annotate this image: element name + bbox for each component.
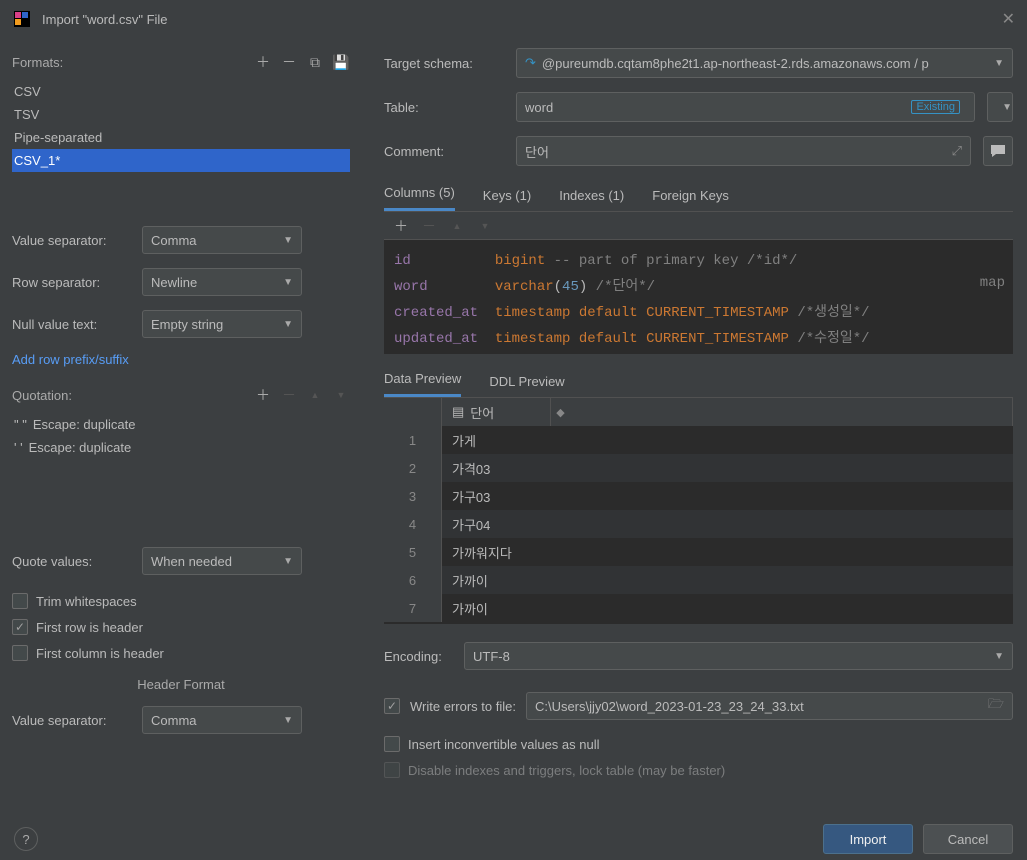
format-item[interactable]: CSV	[12, 80, 350, 103]
null-value-combo[interactable]: Empty string ▼	[142, 310, 302, 338]
import-button[interactable]: Import	[823, 824, 913, 854]
row-separator-label: Row separator:	[12, 275, 132, 290]
quotation-list[interactable]: " " Escape: duplicate ' ' Escape: duplic…	[12, 413, 350, 533]
chevron-down-icon: ▼	[283, 235, 293, 246]
quote-values-combo[interactable]: When needed ▼	[142, 547, 302, 575]
insert-null-label: Insert inconvertible values as null	[408, 737, 600, 752]
chevron-down-icon: ▼	[283, 319, 293, 330]
encoding-combo[interactable]: UTF-8 ▼	[464, 642, 1013, 670]
browse-icon[interactable]: 🗁	[988, 695, 1004, 717]
first-row-header-checkbox[interactable]	[12, 619, 28, 635]
column-icon: ▤	[452, 404, 464, 420]
write-errors-checkbox[interactable]	[384, 698, 400, 714]
add-column-icon[interactable]: ＋	[392, 217, 410, 235]
value-separator2-label: Value separator:	[12, 713, 132, 728]
tab-ddl-preview[interactable]: DDL Preview	[489, 374, 564, 397]
chevron-down-icon: ▼	[283, 277, 293, 288]
format-item[interactable]: TSV	[12, 103, 350, 126]
add-row-prefix-link[interactable]: Add row prefix/suffix	[12, 352, 129, 367]
window-title: Import "word.csv" File	[42, 12, 168, 27]
chevron-down-icon: ▼	[994, 58, 1004, 69]
target-schema-combo[interactable]: ↷ @pureumdb.cqtam8phe2t1.ap-northeast-2.…	[516, 48, 1013, 78]
format-item[interactable]: Pipe-separated	[12, 126, 350, 149]
sort-icon[interactable]: ◆	[550, 398, 570, 426]
tab-columns[interactable]: Columns (5)	[384, 185, 455, 211]
data-preview-rows[interactable]: 1가게 2가격03 3가구03 4가구04 5가까워지다 6가까이 7가까이	[384, 426, 1013, 624]
write-errors-label: Write errors to file:	[410, 699, 516, 714]
save-format-icon[interactable]: 💾	[332, 53, 350, 71]
trim-whitespaces-label: Trim whitespaces	[36, 594, 137, 609]
quote-values-label: Quote values:	[12, 554, 132, 569]
insert-null-checkbox[interactable]	[384, 736, 400, 752]
remove-quotation-icon: －	[280, 386, 298, 404]
remove-column-icon: －	[420, 217, 438, 235]
formats-list[interactable]: CSV TSV Pipe-separated CSV_1*	[12, 80, 350, 212]
disable-indexes-label: Disable indexes and triggers, lock table…	[408, 763, 725, 778]
quotation-row[interactable]: " " Escape: duplicate	[12, 413, 350, 436]
comment-label: Comment:	[384, 144, 504, 159]
value-separator-label: Value separator:	[12, 233, 132, 248]
tab-data-preview[interactable]: Data Preview	[384, 371, 461, 397]
help-icon[interactable]: ?	[14, 827, 38, 851]
chevron-down-icon: ▼	[283, 556, 293, 567]
minimap-label: map	[980, 270, 1005, 296]
header-format-label: Header Format	[12, 677, 350, 692]
table-label: Table:	[384, 100, 504, 115]
chevron-down-icon: ▼	[1002, 102, 1012, 113]
table-row[interactable]: 7가까이	[384, 594, 1013, 622]
table-dropdown[interactable]: ▼	[987, 92, 1013, 122]
formats-label: Formats:	[12, 55, 63, 70]
comment-bubble-icon[interactable]	[983, 136, 1013, 166]
close-icon[interactable]: ✕	[1002, 9, 1015, 29]
table-input[interactable]: word Existing	[516, 92, 975, 122]
tab-indexes[interactable]: Indexes (1)	[559, 188, 624, 211]
table-row[interactable]: 1가게	[384, 426, 1013, 454]
add-quotation-icon[interactable]: ＋	[254, 386, 272, 404]
null-value-label: Null value text:	[12, 317, 132, 332]
quotation-row[interactable]: ' ' Escape: duplicate	[12, 436, 350, 459]
remove-format-icon[interactable]: －	[280, 53, 298, 71]
value-separator-combo[interactable]: Comma ▼	[142, 226, 302, 254]
disable-indexes-checkbox	[384, 762, 400, 778]
first-col-header-label: First column is header	[36, 646, 164, 661]
first-col-header-checkbox[interactable]	[12, 645, 28, 661]
add-format-icon[interactable]: ＋	[254, 53, 272, 71]
copy-format-icon[interactable]: ⧉	[306, 53, 324, 71]
table-row[interactable]: 4가구04	[384, 510, 1013, 538]
chevron-down-icon: ▼	[994, 651, 1004, 662]
chevron-down-icon: ▼	[283, 715, 293, 726]
tab-keys[interactable]: Keys (1)	[483, 188, 531, 211]
tab-foreign-keys[interactable]: Foreign Keys	[652, 188, 729, 211]
target-schema-label: Target schema:	[384, 56, 504, 71]
table-row[interactable]: 2가격03	[384, 454, 1013, 482]
write-errors-file-input[interactable]: C:\Users\jjy02\word_2023-01-23_23_24_33.…	[526, 692, 1013, 720]
value-separator2-combo[interactable]: Comma ▼	[142, 706, 302, 734]
database-icon: ↷	[525, 55, 536, 71]
move-down-icon	[332, 386, 350, 404]
encoding-label: Encoding:	[384, 649, 454, 664]
trim-whitespaces-checkbox[interactable]	[12, 593, 28, 609]
existing-badge: Existing	[911, 100, 960, 114]
comment-input[interactable]: 단어 ⤢	[516, 136, 971, 166]
first-row-header-label: First row is header	[36, 620, 143, 635]
move-col-down-icon	[476, 217, 494, 235]
table-row[interactable]: 3가구03	[384, 482, 1013, 510]
cancel-button[interactable]: Cancel	[923, 824, 1013, 854]
table-row[interactable]: 6가까이	[384, 566, 1013, 594]
app-logo-icon	[12, 9, 32, 29]
move-up-icon	[306, 386, 324, 404]
move-col-up-icon	[448, 217, 466, 235]
expand-icon[interactable]: ⤢	[952, 143, 962, 159]
row-separator-combo[interactable]: Newline ▼	[142, 268, 302, 296]
format-item[interactable]: CSV_1*	[12, 149, 350, 172]
quotation-label: Quotation:	[12, 388, 72, 403]
data-preview-header: ▤ 단어 ◆	[384, 398, 1013, 426]
table-row[interactable]: 5가까워지다	[384, 538, 1013, 566]
columns-code[interactable]: id bigint -- part of primary key /*id*/ …	[384, 240, 1013, 354]
